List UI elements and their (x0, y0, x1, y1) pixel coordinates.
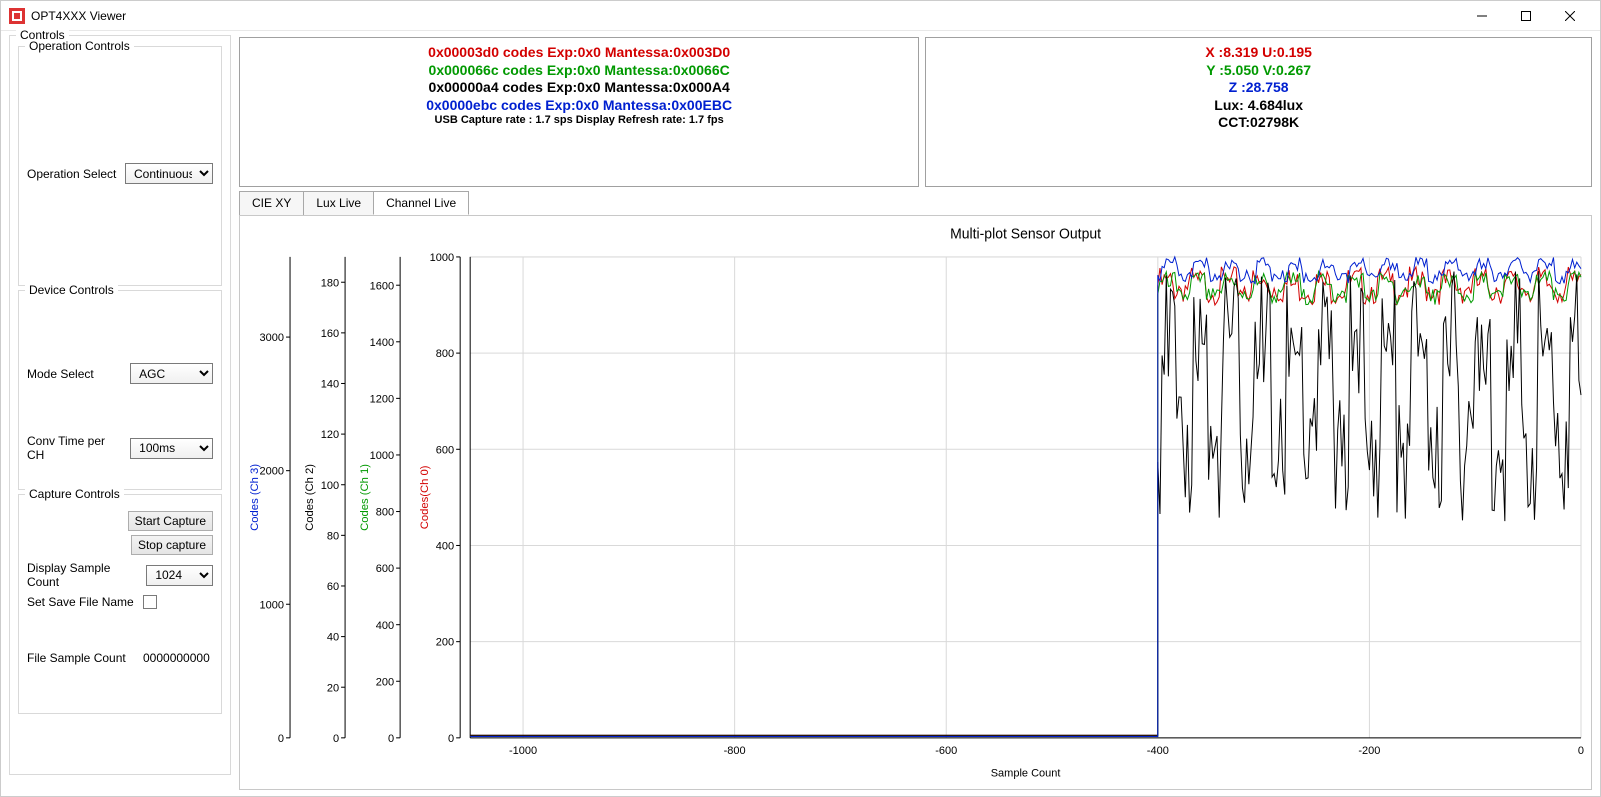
svg-text:160: 160 (321, 328, 339, 340)
operation-select-label: Operation Select (27, 167, 119, 181)
svg-text:200: 200 (436, 637, 454, 649)
svg-text:1000: 1000 (260, 599, 284, 611)
svg-text:0: 0 (388, 733, 394, 745)
svg-text:400: 400 (436, 540, 454, 552)
codes-ch0-line: 0x00003d0 codes Exp:0x0 Mantessa:0x003D0 (428, 44, 730, 62)
svg-text:60: 60 (327, 581, 339, 593)
app-icon (9, 8, 25, 24)
svg-text:180: 180 (321, 277, 339, 289)
codes-ch3-line: 0x0000ebc codes Exp:0x0 Mantessa:0x00EBC (426, 97, 732, 115)
chart-area: Multi-plot Sensor Output -1000 -800 -600 -40… (239, 215, 1592, 790)
svg-text:1200: 1200 (370, 393, 394, 405)
svg-text:800: 800 (436, 348, 454, 360)
svg-text:-400: -400 (1147, 745, 1169, 757)
codes-ch1-line: 0x000066c codes Exp:0x0 Mantessa:0x0066C (429, 62, 730, 80)
svg-text:80: 80 (327, 530, 339, 542)
file-sample-count-value: 0000000000 (143, 651, 210, 665)
minimize-button[interactable] (1460, 2, 1504, 30)
display-sample-count-dropdown[interactable]: 1024 (146, 565, 213, 586)
operation-controls-group: Operation Controls Operation Select Cont… (18, 46, 222, 286)
svg-text:-1000: -1000 (509, 745, 537, 757)
capture-controls-title: Capture Controls (25, 487, 124, 501)
device-controls-group: Device Controls Mode Select AGC Conv Tim… (18, 290, 222, 490)
usb-rate-line: USB Capture rate : 1.7 sps Display Refre… (435, 114, 724, 128)
svg-text:140: 140 (321, 378, 339, 390)
raw-codes-panel: 0x00003d0 codes Exp:0x0 Mantessa:0x003D0… (239, 37, 919, 187)
mode-select-label: Mode Select (27, 367, 124, 381)
stop-capture-button[interactable]: Stop capture (131, 535, 213, 555)
svg-text:0: 0 (333, 733, 339, 745)
file-sample-count-label: File Sample Count (27, 651, 137, 665)
lux-line: Lux: 4.684lux (1214, 97, 1303, 115)
svg-text:20: 20 (327, 682, 339, 694)
svg-text:1400: 1400 (370, 337, 394, 349)
svg-text:0: 0 (448, 733, 454, 745)
set-save-file-checkbox[interactable] (143, 595, 157, 609)
close-button[interactable] (1548, 2, 1592, 30)
controls-group: Controls Operation Controls Operation Se… (9, 35, 231, 775)
tab-cie-xy[interactable]: CIE XY (239, 191, 304, 215)
window-title: OPT4XXX Viewer (31, 9, 126, 23)
svg-text:Codes (Ch 2): Codes (Ch 2) (304, 464, 316, 531)
svg-text:120: 120 (321, 429, 339, 441)
svg-text:Sample Count: Sample Count (991, 768, 1062, 780)
svg-text:Codes (Ch 1): Codes (Ch 1) (359, 464, 371, 531)
tab-lux-live[interactable]: Lux Live (303, 191, 374, 215)
operation-controls-title: Operation Controls (25, 39, 134, 53)
computed-values-panel: X :8.319 U:0.195 Y :5.050 V:0.267 Z :28.… (925, 37, 1592, 187)
svg-text:600: 600 (436, 444, 454, 456)
start-capture-button[interactable]: Start Capture (128, 511, 213, 531)
svg-text:100: 100 (321, 480, 339, 492)
x-u-line: X :8.319 U:0.195 (1205, 44, 1312, 62)
svg-text:0: 0 (278, 733, 284, 745)
svg-text:800: 800 (376, 507, 394, 519)
conv-time-label: Conv Time per CH (27, 434, 124, 462)
svg-text:Codes(Ch 0): Codes(Ch 0) (419, 465, 431, 529)
codes-ch2-line: 0x00000a4 codes Exp:0x0 Mantessa:0x000A4 (429, 79, 730, 97)
tab-channel-live[interactable]: Channel Live (373, 191, 469, 215)
display-sample-count-label: Display Sample Count (27, 561, 140, 589)
svg-text:600: 600 (376, 563, 394, 575)
svg-text:-200: -200 (1358, 745, 1380, 757)
svg-text:Codes (Ch 3): Codes (Ch 3) (249, 464, 261, 531)
set-save-file-label: Set Save File Name (27, 595, 137, 609)
titlebar: OPT4XXX Viewer (1, 1, 1600, 31)
svg-text:1000: 1000 (370, 450, 394, 462)
svg-text:-800: -800 (724, 745, 746, 757)
conv-time-dropdown[interactable]: 100ms (130, 438, 213, 459)
cct-line: CCT:02798K (1218, 114, 1299, 132)
y-v-line: Y :5.050 V:0.267 (1206, 62, 1311, 80)
svg-text:200: 200 (376, 676, 394, 688)
svg-text:-600: -600 (935, 745, 957, 757)
operation-select-dropdown[interactable]: Continuous (125, 163, 213, 184)
z-line: Z :28.758 (1229, 79, 1289, 97)
device-controls-title: Device Controls (25, 283, 118, 297)
svg-text:3000: 3000 (260, 332, 284, 344)
svg-text:1000: 1000 (430, 252, 454, 264)
maximize-button[interactable] (1504, 2, 1548, 30)
capture-controls-group: Capture Controls Start Capture Stop capt… (18, 494, 222, 714)
svg-text:Multi-plot Sensor Output: Multi-plot Sensor Output (950, 226, 1101, 242)
svg-text:400: 400 (376, 620, 394, 632)
svg-text:1600: 1600 (370, 280, 394, 292)
svg-text:2000: 2000 (260, 466, 284, 478)
svg-text:40: 40 (327, 632, 339, 644)
mode-select-dropdown[interactable]: AGC (130, 363, 213, 384)
svg-text:0: 0 (1578, 745, 1584, 757)
chart-svg: Multi-plot Sensor Output -1000 -800 -600 -40… (240, 216, 1591, 789)
tab-bar: CIE XY Lux Live Channel Live (239, 191, 1592, 215)
